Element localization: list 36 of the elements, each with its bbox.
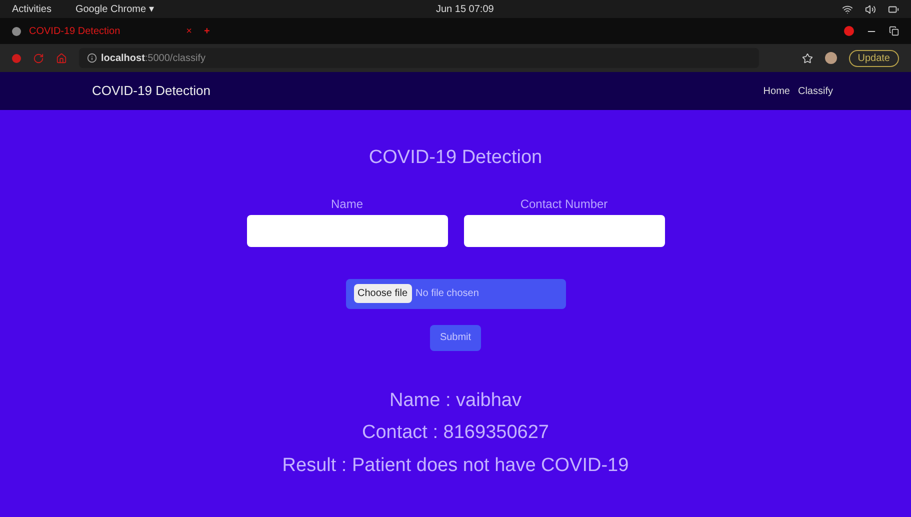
browser-tab[interactable]: COVID-19 Detection × (12, 24, 192, 38)
submit-button[interactable]: Submit (430, 324, 482, 350)
battery-icon[interactable] (888, 4, 899, 14)
input-field[interactable] (246, 214, 448, 246)
field-label: Name (330, 196, 363, 212)
brand[interactable]: COVID-19 Detection (92, 81, 210, 101)
form-title: COVID-19 Detection (368, 146, 542, 170)
record-icon[interactable] (844, 26, 854, 36)
wifi-icon[interactable] (842, 4, 853, 14)
new-tab-button[interactable]: + (204, 24, 210, 38)
clock: Jun 15 07:09 (436, 2, 494, 16)
file-status: No file chosen (416, 287, 479, 301)
address-bar[interactable]: localhost:5000/classify (79, 48, 759, 68)
avatar-icon[interactable] (824, 52, 837, 64)
app-menu[interactable]: Google Chrome ▾ (75, 2, 154, 16)
tab-title: COVID-19 Detection (29, 24, 120, 38)
update-button[interactable]: Update (848, 50, 899, 66)
url-path: :5000/classify (144, 52, 206, 66)
home-icon[interactable] (56, 52, 67, 64)
field-label: Contact Number (520, 196, 608, 212)
nav-link[interactable]: Classify (798, 84, 833, 98)
volume-icon[interactable] (865, 4, 876, 14)
restore-icon[interactable] (889, 26, 899, 36)
result-line: Result : Patient does not have COVID-19 (282, 454, 629, 478)
activities-button[interactable]: Activities (12, 2, 52, 16)
result-line: Name : vaibhav (389, 388, 522, 412)
choose-file-button[interactable]: Choose file (354, 284, 412, 303)
nav-link[interactable]: Home (763, 84, 790, 98)
result-line: Contact : 8169350627 (362, 421, 549, 445)
star-icon[interactable] (802, 52, 813, 64)
file-input[interactable]: Choose file No file chosen (346, 278, 566, 308)
close-icon[interactable]: × (186, 24, 192, 38)
url-host: localhost (101, 52, 145, 66)
reload-icon[interactable] (33, 52, 44, 64)
input-field[interactable] (464, 214, 664, 246)
info-icon (87, 53, 97, 63)
